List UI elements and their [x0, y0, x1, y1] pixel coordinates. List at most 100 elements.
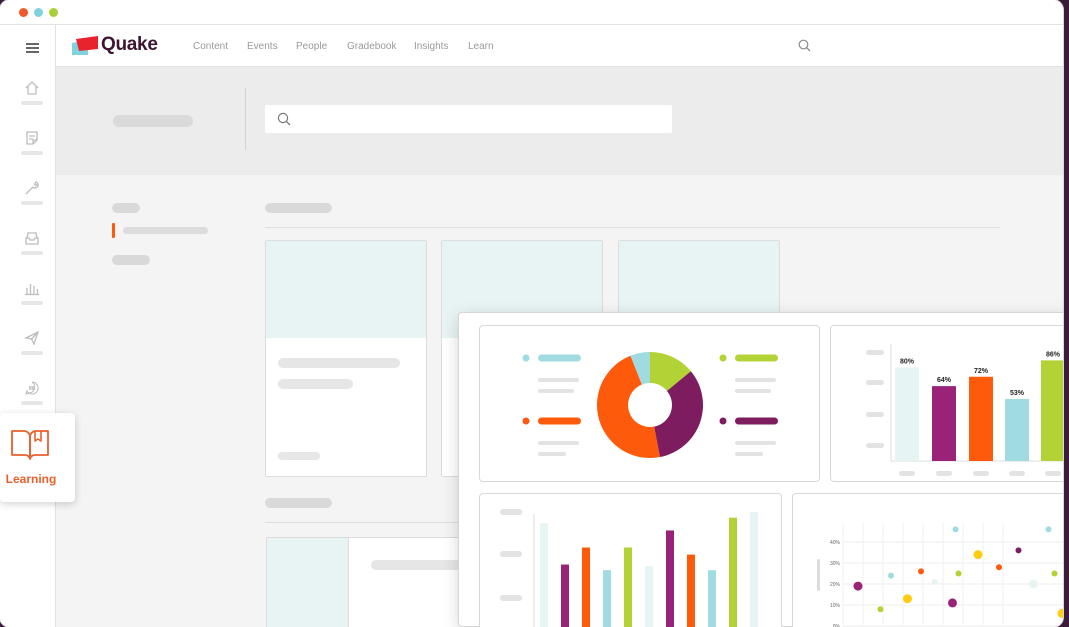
x-tick-placeholder [1009, 471, 1025, 476]
scatter-point-5 [931, 578, 938, 585]
bar-1 [561, 564, 569, 627]
y-tick-label: 20% [830, 582, 841, 588]
filter-item-placeholder[interactable] [112, 255, 150, 265]
app-window: Quake Content Events People Gradebook In… [0, 0, 1063, 627]
bar-chart-panel [479, 493, 782, 627]
learning-popout[interactable]: Learning [0, 413, 75, 502]
hamburger-menu-icon[interactable] [26, 40, 39, 58]
scatter-chart-panel: 40% 30% 20% 10% 0% [792, 493, 1063, 627]
section-divider [265, 522, 465, 523]
scatter-point-0 [853, 581, 863, 591]
bar-data-label-2: 72% [974, 368, 989, 375]
bar-0 [540, 523, 548, 627]
sidebar-item-analytics[interactable] [19, 280, 45, 316]
y-tick-placeholder [866, 443, 884, 448]
percent-bar-chart-panel: 80% 64% 72% 53% 86% [830, 325, 1063, 482]
close-window-dot[interactable] [19, 8, 28, 17]
list-card[interactable] [266, 537, 466, 627]
page-title-placeholder [113, 115, 193, 127]
filter-heading-placeholder [112, 203, 140, 213]
sidebar-item-chat[interactable] [19, 380, 45, 416]
scatter-point-12 [1029, 579, 1038, 589]
nav-link-insights[interactable]: Insights [414, 41, 448, 52]
y-tick-placeholder [866, 350, 884, 355]
legend-sub-bar [538, 441, 579, 445]
legend-sub-bar [735, 378, 776, 382]
section-divider [265, 227, 1000, 228]
legend-dot [522, 354, 530, 362]
legend-sub-bar [538, 389, 574, 393]
legend-label-bar [735, 354, 778, 362]
page-header-banner [56, 67, 1063, 175]
filter-item-placeholder[interactable] [123, 227, 208, 234]
sidebar-item-tools[interactable] [19, 180, 45, 216]
y-tick-placeholder [866, 380, 884, 385]
scatter-point-7 [952, 526, 959, 533]
y-tick-label: 40% [830, 540, 841, 546]
legend-dot [522, 417, 530, 425]
legend-dot [719, 417, 727, 425]
nav-link-gradebook[interactable]: Gradebook [347, 41, 396, 52]
send-icon [24, 330, 40, 346]
search-icon[interactable] [798, 39, 811, 57]
legend-sub-bar [735, 441, 776, 445]
quake-logo-icon[interactable] [71, 35, 99, 62]
x-tick-placeholder [1045, 471, 1061, 476]
card-title-placeholder [371, 560, 465, 570]
bar-chart [500, 509, 758, 627]
scatter-point-1 [877, 606, 884, 613]
sidebar-item-documents[interactable] [19, 130, 45, 166]
legend-right [719, 354, 778, 456]
scatter-point-9 [973, 550, 983, 560]
legend-left [522, 354, 581, 456]
bar-3 [1005, 398, 1029, 461]
bar-6 [666, 530, 674, 627]
bar-2 [582, 547, 590, 627]
book-icon [10, 427, 50, 466]
nav-link-content[interactable]: Content [193, 41, 228, 52]
chat-icon [25, 381, 39, 395]
y-tick-placeholder [500, 509, 522, 515]
bar-2 [969, 376, 993, 461]
bar-0 [895, 367, 919, 461]
wrench-icon [25, 181, 39, 195]
scatter-point-14 [1051, 570, 1058, 577]
learning-label: Learning [5, 472, 57, 486]
percent-bar-chart: 80% 64% 72% 53% 86% [866, 344, 1063, 476]
bar-10 [750, 512, 758, 627]
scatter-point-10 [996, 564, 1002, 571]
x-tick-placeholder [936, 471, 952, 476]
nav-link-people[interactable]: People [296, 41, 327, 52]
bar-data-label-0: 80% [900, 358, 915, 365]
bar-chart-icon [25, 284, 39, 296]
y-tick-label: 30% [830, 561, 841, 567]
search-input[interactable] [265, 105, 672, 133]
sidebar-item-home[interactable] [19, 80, 45, 116]
minimize-window-dot[interactable] [34, 8, 43, 17]
card-title-placeholder [278, 358, 400, 368]
bar-data-label-3: 53% [1010, 390, 1025, 397]
donut-chart [522, 352, 778, 458]
document-icon [26, 131, 38, 145]
banner-divider [245, 88, 246, 150]
x-tick-placeholder [899, 471, 915, 476]
scatter-point-13 [1045, 526, 1052, 533]
app-logo-text[interactable]: Quake [101, 34, 158, 56]
search-icon [277, 112, 291, 131]
y-tick-placeholder [866, 412, 884, 417]
scatter-point-4 [918, 568, 924, 575]
sidebar-item-inbox[interactable] [19, 230, 45, 266]
maximize-window-dot[interactable] [49, 8, 58, 17]
card-meta-placeholder [278, 452, 320, 460]
nav-link-events[interactable]: Events [247, 41, 278, 52]
content-card[interactable] [265, 240, 427, 477]
filter-active-marker [112, 223, 115, 238]
bar-data-label-1: 64% [937, 377, 952, 384]
legend-sub-bar [538, 452, 566, 456]
sidebar-item-send[interactable] [19, 330, 45, 366]
bar-8 [708, 570, 716, 627]
nav-link-learn[interactable]: Learn [468, 41, 494, 52]
legend-sub-bar [735, 389, 771, 393]
bar-4 [624, 547, 632, 627]
scatter-chart: 40%30%20%10%0% [817, 522, 1063, 627]
